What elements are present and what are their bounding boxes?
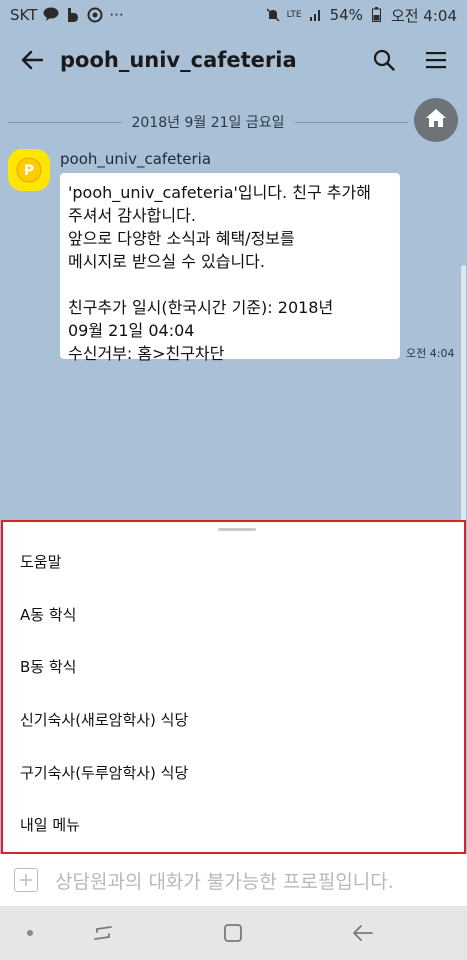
menu-item-a-building[interactable]: A동 학식 bbox=[3, 588, 464, 640]
system-nav-bar bbox=[0, 906, 467, 960]
sender-name: pooh_univ_cafeteria bbox=[60, 150, 212, 168]
svg-text:P: P bbox=[24, 163, 34, 179]
mute-icon bbox=[265, 7, 281, 23]
signal-icon bbox=[308, 7, 324, 23]
talk-icon bbox=[43, 7, 59, 23]
battery-icon bbox=[369, 7, 385, 23]
menu-item-b-building[interactable]: B동 학식 bbox=[3, 640, 464, 692]
sync-icon bbox=[87, 7, 103, 23]
disabled-input-notice: 상담원과의 대화가 불가능한 프로필입니다. bbox=[55, 870, 394, 893]
home-icon bbox=[425, 108, 447, 132]
carrier-label: SKT bbox=[10, 6, 38, 24]
divider-line bbox=[8, 121, 122, 123]
chat-area[interactable]: 2018년 9월 21일 금요일 P pooh_univ_cafeteria '… bbox=[0, 90, 467, 555]
plus-icon[interactable] bbox=[14, 868, 38, 892]
quick-menu-panel: 도움말 A동 학식 B동 학식 신기숙사(새로암학사) 식당 구기숙사(두루암학… bbox=[1, 520, 466, 854]
menu-icon[interactable] bbox=[421, 45, 451, 75]
app-bar: pooh_univ_cafeteria bbox=[0, 30, 467, 90]
menu-item-new-dorm[interactable]: 신기숙사(새로암학사) 식당 bbox=[3, 693, 464, 745]
menu-item-help[interactable]: 도움말 bbox=[3, 535, 464, 587]
drag-handle[interactable] bbox=[218, 528, 256, 531]
recent-apps-icon[interactable] bbox=[88, 918, 118, 948]
dot-icon[interactable] bbox=[15, 918, 45, 948]
menu-item-old-dorm[interactable]: 구기숙사(두루암학사) 식당 bbox=[3, 746, 464, 798]
chat-title: pooh_univ_cafeteria bbox=[60, 48, 297, 72]
back-icon[interactable] bbox=[348, 918, 378, 948]
divider-line bbox=[294, 121, 409, 123]
avatar[interactable]: P bbox=[8, 149, 50, 191]
back-arrow-icon[interactable] bbox=[16, 44, 48, 76]
home-square-icon[interactable] bbox=[218, 918, 248, 948]
search-icon[interactable] bbox=[369, 45, 399, 75]
message-time: 오전 4:04 bbox=[406, 347, 455, 360]
status-bar: SKT ··· LTE 54% 오전 4:04 bbox=[0, 0, 467, 30]
message-bubble[interactable]: 'pooh_univ_cafeteria'입니다. 친구 추가해 주셔서 감사합… bbox=[60, 173, 400, 363]
band-icon bbox=[65, 7, 81, 23]
menu-item-tomorrow[interactable]: 내일 메뉴 bbox=[3, 798, 464, 850]
input-bar: 상담원과의 대화가 불가능한 프로필입니다. bbox=[0, 854, 467, 906]
clock: 오전 4:04 bbox=[390, 6, 457, 25]
lte-label: LTE bbox=[286, 10, 302, 20]
date-divider: 2018년 9월 21일 금요일 bbox=[8, 112, 409, 132]
date-label: 2018년 9월 21일 금요일 bbox=[131, 115, 285, 131]
battery-percent: 54% bbox=[329, 6, 363, 24]
more-notifications: ··· bbox=[109, 6, 124, 24]
scrollbar[interactable] bbox=[461, 265, 466, 555]
home-button[interactable] bbox=[414, 98, 458, 142]
